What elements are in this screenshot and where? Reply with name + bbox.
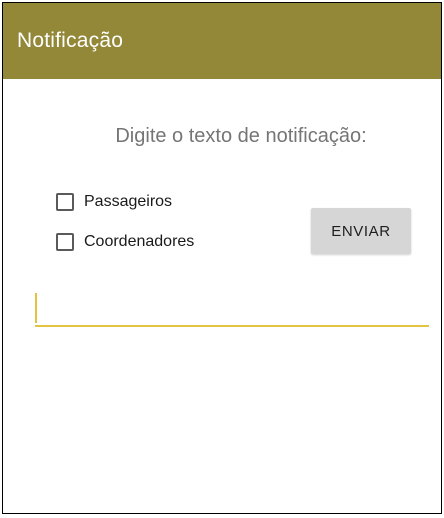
app-bar: Notificação: [3, 3, 441, 79]
app-bar-title: Notificação: [17, 29, 124, 52]
coordenadores-label[interactable]: Coordenadores: [84, 233, 194, 251]
checkbox-row-passageiros[interactable]: Passageiros: [56, 193, 172, 211]
checkbox-row-coordenadores[interactable]: Coordenadores: [56, 233, 194, 251]
input-underline: [35, 325, 429, 327]
coordenadores-checkbox[interactable]: [56, 233, 74, 251]
passageiros-checkbox[interactable]: [56, 193, 74, 211]
text-cursor: [35, 293, 37, 323]
message-input[interactable]: [35, 293, 429, 327]
app-screen: Notificação Digite o texto de notificaçã…: [2, 2, 442, 514]
notification-prompt: Digite o texto de notificação:: [115, 125, 367, 147]
send-button[interactable]: ENVIAR: [311, 208, 411, 254]
passageiros-label[interactable]: Passageiros: [84, 193, 172, 211]
